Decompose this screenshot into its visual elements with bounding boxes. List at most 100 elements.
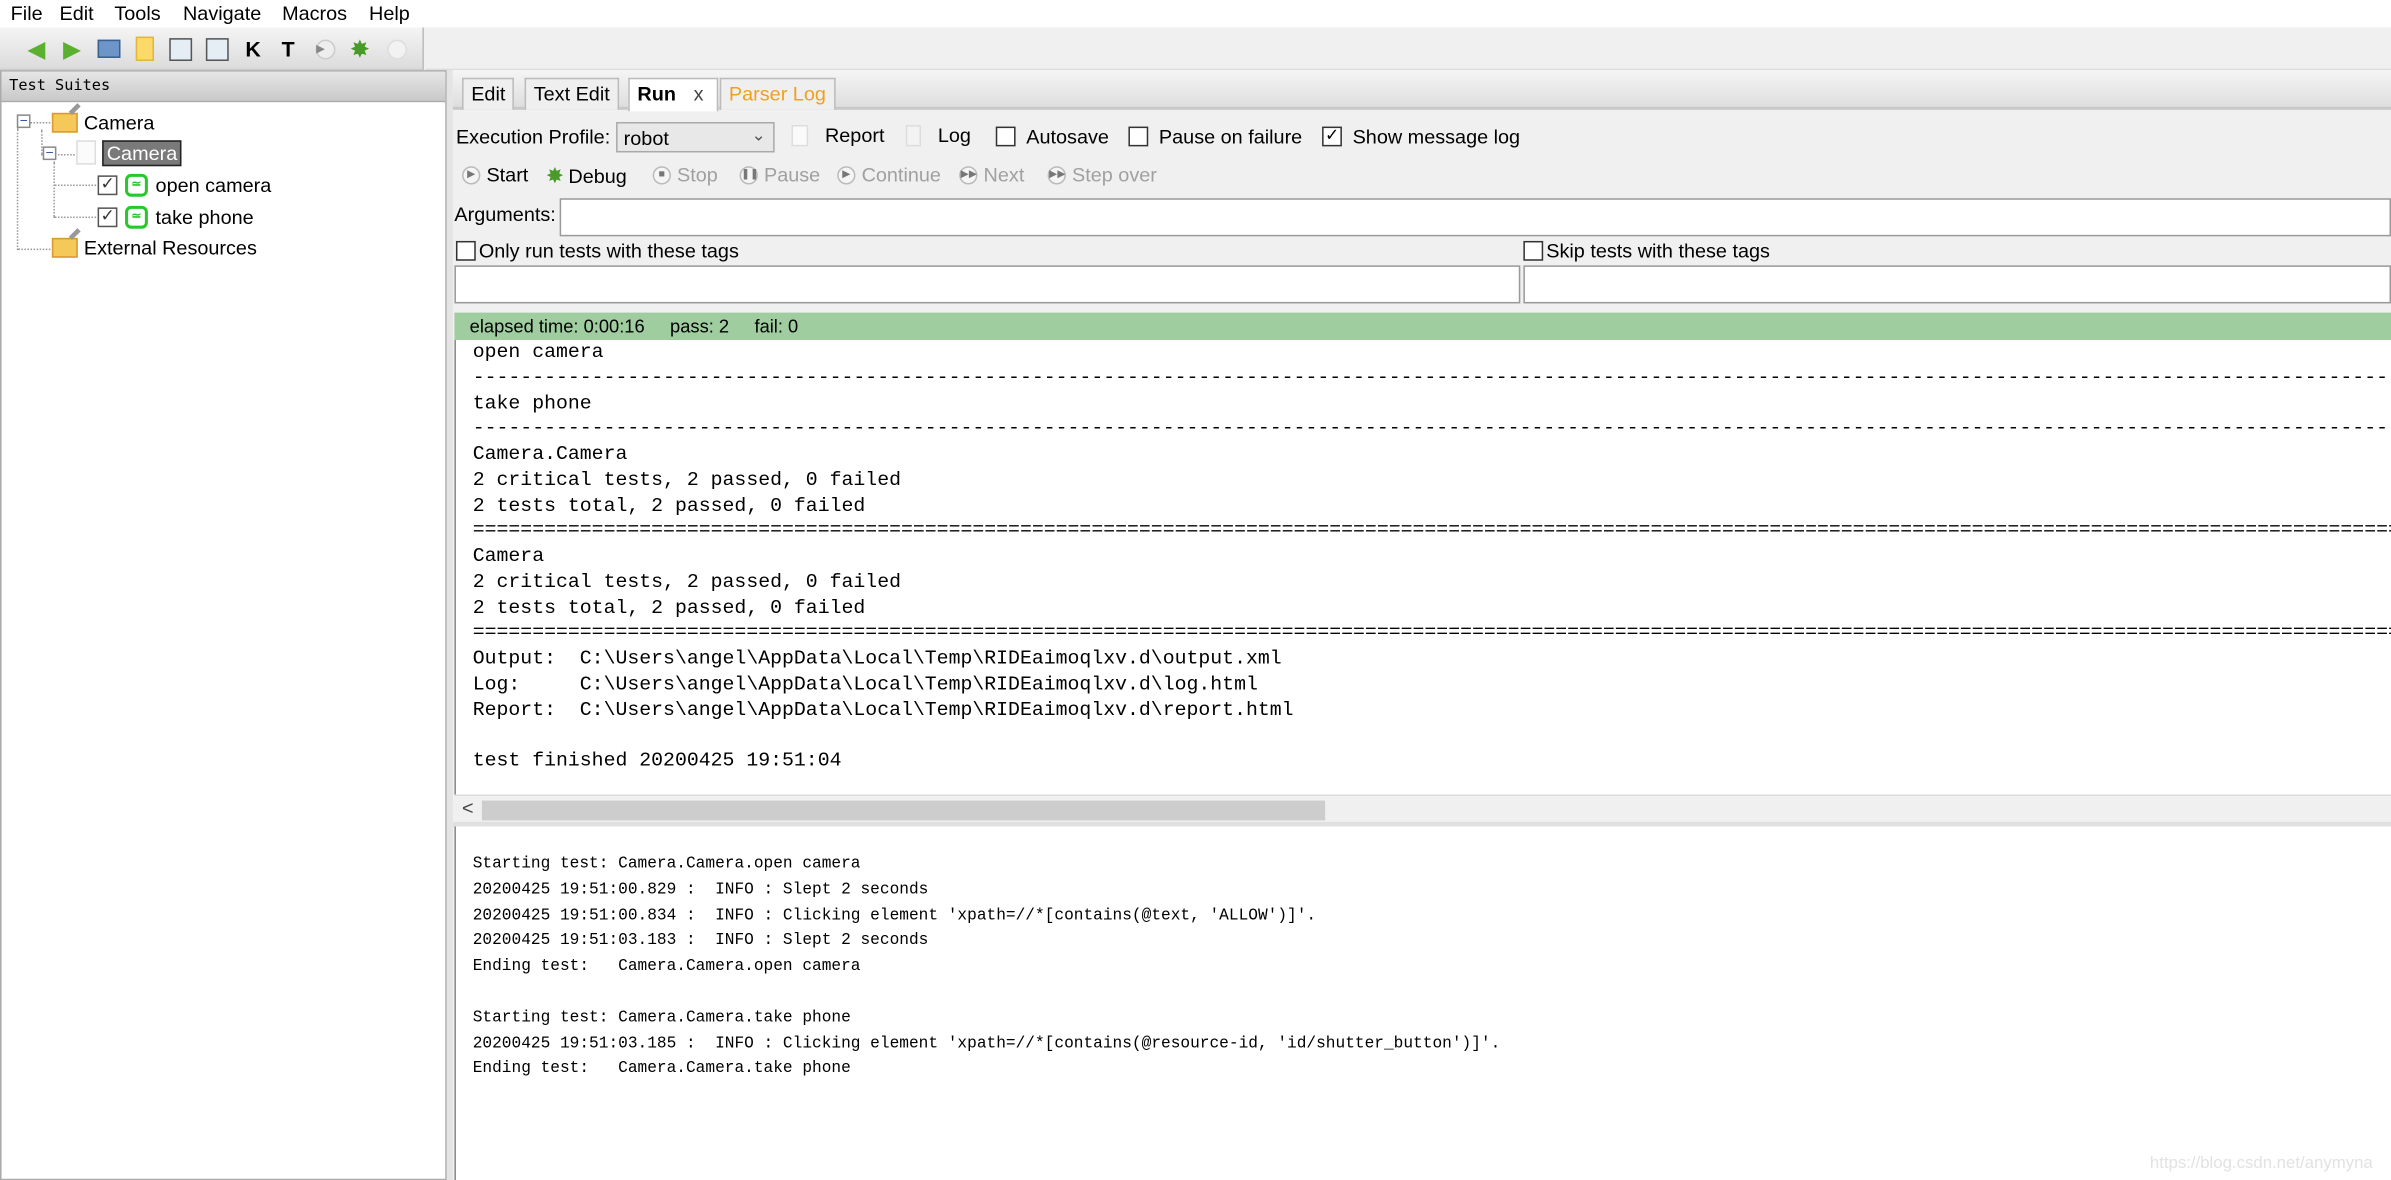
menu-macros[interactable]: Macros <box>282 2 347 25</box>
tab-run[interactable]: Run x <box>628 77 719 112</box>
log-line: ========================================… <box>472 518 2391 542</box>
continue-button[interactable]: ▶ Continue <box>837 163 941 186</box>
run-status-bar: elapsed time: 0:00:16 pass: 2 fail: 0 <box>454 312 2391 341</box>
log-line: Ending test: Camera.Camera.take phone <box>472 1060 851 1079</box>
scrollbar-thumb[interactable] <box>481 800 1326 821</box>
arguments-label: Arguments: <box>454 202 556 226</box>
log-line: test finished 20200425 19:51:04 <box>472 748 842 772</box>
start-button[interactable]: ▶ Start <box>462 163 528 186</box>
only-run-tags-checkbox[interactable] <box>455 240 476 261</box>
search-tests-icon[interactable]: T <box>274 35 301 62</box>
save-icon[interactable] <box>166 35 193 62</box>
message-log: Starting test: Camera.Camera.open camera… <box>454 826 2391 1180</box>
log-line: Camera <box>472 544 545 568</box>
menu-tools[interactable]: Tools <box>114 2 160 25</box>
debug-button[interactable]: ✸ Debug <box>546 163 627 189</box>
menu-help[interactable]: Help <box>369 2 410 25</box>
pause-icon: ❚❚ <box>739 165 759 184</box>
show-message-log-label: Show message log <box>1352 125 1521 148</box>
arguments-input[interactable] <box>559 198 2391 237</box>
toolbar: ◀ ▶ K T ▶ ✸ <box>0 27 424 71</box>
save-all-icon[interactable] <box>203 35 230 62</box>
log-line: Log: C:\Users\angel\AppData\Local\Temp\R… <box>472 672 1258 695</box>
tab-text-edit[interactable]: Text Edit <box>524 77 619 110</box>
search-keywords-icon[interactable]: K <box>239 35 266 62</box>
test-checkbox[interactable]: ✓ <box>97 174 118 195</box>
stop-icon[interactable] <box>383 35 410 62</box>
log-line: open camera <box>472 340 604 363</box>
collapse-toggle[interactable]: − <box>42 146 57 161</box>
step-over-button[interactable]: ▶▶ Step over <box>1047 163 1157 187</box>
report-icon <box>791 124 809 146</box>
button-label: Stop <box>677 163 718 187</box>
log-button[interactable]: Log <box>905 124 971 146</box>
tab-edit[interactable]: Edit <box>462 77 515 110</box>
scroll-left-icon[interactable]: < <box>462 796 474 819</box>
chevron-down-icon: ⌄ <box>751 126 766 145</box>
report-button[interactable]: Report <box>791 123 885 147</box>
test-checkbox[interactable]: ✓ <box>97 206 118 227</box>
log-line: 20200425 19:51:03.185 : INFO : Clicking … <box>472 1034 1501 1054</box>
tree-item-test-open-camera[interactable]: ✓ ≃ open camera <box>97 171 272 198</box>
skip-tags-label: Skip tests with these tags <box>1546 239 1770 263</box>
button-label: Start <box>486 163 529 187</box>
tree-label: Camera <box>83 110 155 134</box>
show-message-log-checkbox[interactable]: ✓ <box>1322 126 1342 147</box>
run-panel: Edit Text Edit Run x Parser Log Executio… <box>452 70 2391 1180</box>
output-console: open camera -----------------------------… <box>454 340 2391 795</box>
autosave-checkbox[interactable] <box>995 126 1016 147</box>
select-value: robot <box>623 126 669 150</box>
collapse-toggle[interactable]: − <box>16 114 31 129</box>
folder-icon[interactable] <box>131 35 158 62</box>
debug-icon[interactable]: ✸ <box>346 35 373 62</box>
go-forward-icon[interactable]: ▶ <box>58 35 85 62</box>
skip-tags-checkbox[interactable] <box>1523 240 1544 261</box>
close-tab-icon[interactable]: x <box>694 82 704 105</box>
horizontal-scrollbar[interactable]: < <box>454 794 2391 822</box>
pause-button[interactable]: ❚❚ Pause <box>739 163 821 187</box>
only-run-tags-input[interactable] <box>454 265 1521 304</box>
button-label: Pause <box>763 163 821 187</box>
tree-item-suite-camera[interactable]: Camera <box>51 108 155 135</box>
test-suites-panel: Test Suites − − Camera Camera ✓ ≃ open c… <box>0 70 447 1180</box>
log-line: 2 critical tests, 2 passed, 0 failed <box>472 569 902 593</box>
tab-parser-log[interactable]: Parser Log <box>719 77 836 110</box>
file-icon <box>76 140 97 165</box>
run-icon[interactable]: ▶ <box>311 35 338 62</box>
button-label: Step over <box>1072 163 1157 187</box>
menu-navigate[interactable]: Navigate <box>183 2 261 25</box>
go-back-icon[interactable]: ◀ <box>23 35 50 62</box>
tree-item-external-resources[interactable]: External Resources <box>51 233 257 260</box>
skip-tags-input[interactable] <box>1523 265 2391 304</box>
continue-icon: ▶ <box>837 165 856 184</box>
log-line: Output: C:\Users\angel\AppData\Local\Tem… <box>472 646 1282 670</box>
log-line: 2 tests total, 2 passed, 0 failed <box>472 595 866 619</box>
log-line: 20200425 19:51:03.183 : INFO : Slept 2 s… <box>472 932 929 951</box>
ride-window: File Edit Tools Navigate Macros Help ◀ ▶… <box>0 0 2391 1180</box>
menu-edit[interactable]: Edit <box>59 2 93 25</box>
open-icon[interactable] <box>95 35 122 62</box>
pause-on-failure-checkbox[interactable] <box>1128 126 1149 147</box>
log-line: Camera.Camera <box>472 442 628 466</box>
tree-item-suite-file-camera[interactable]: Camera <box>76 139 182 166</box>
next-button[interactable]: ▶▶ Next <box>959 163 1024 186</box>
execution-profile-select[interactable]: robot ⌄ <box>616 121 775 153</box>
menu-bar: File Edit Tools Navigate Macros Help <box>0 0 2391 28</box>
tree-label-selected: Camera <box>102 139 182 166</box>
log-line: take phone <box>472 391 592 415</box>
watermark: https://blog.csdn.net/anymyna <box>2149 1154 2373 1173</box>
toolbar-background <box>425 27 2391 71</box>
button-label: Debug <box>568 164 627 188</box>
stop-button[interactable]: ■ Stop <box>652 163 718 187</box>
panel-header: Test Suites <box>1 71 446 103</box>
tree-label: open camera <box>155 173 272 196</box>
report-label: Report <box>824 123 885 147</box>
log-line: 20200425 19:51:00.834 : INFO : Clicking … <box>472 906 1317 925</box>
log-line: ----------------------------------------… <box>472 416 2391 440</box>
tree-item-test-take-phone[interactable]: ✓ ≃ take phone <box>97 203 254 230</box>
menu-file[interactable]: File <box>11 2 43 25</box>
robot-test-icon: ≃ <box>125 173 148 196</box>
log-line: 20200425 19:51:00.829 : INFO : Slept 2 s… <box>472 881 929 900</box>
